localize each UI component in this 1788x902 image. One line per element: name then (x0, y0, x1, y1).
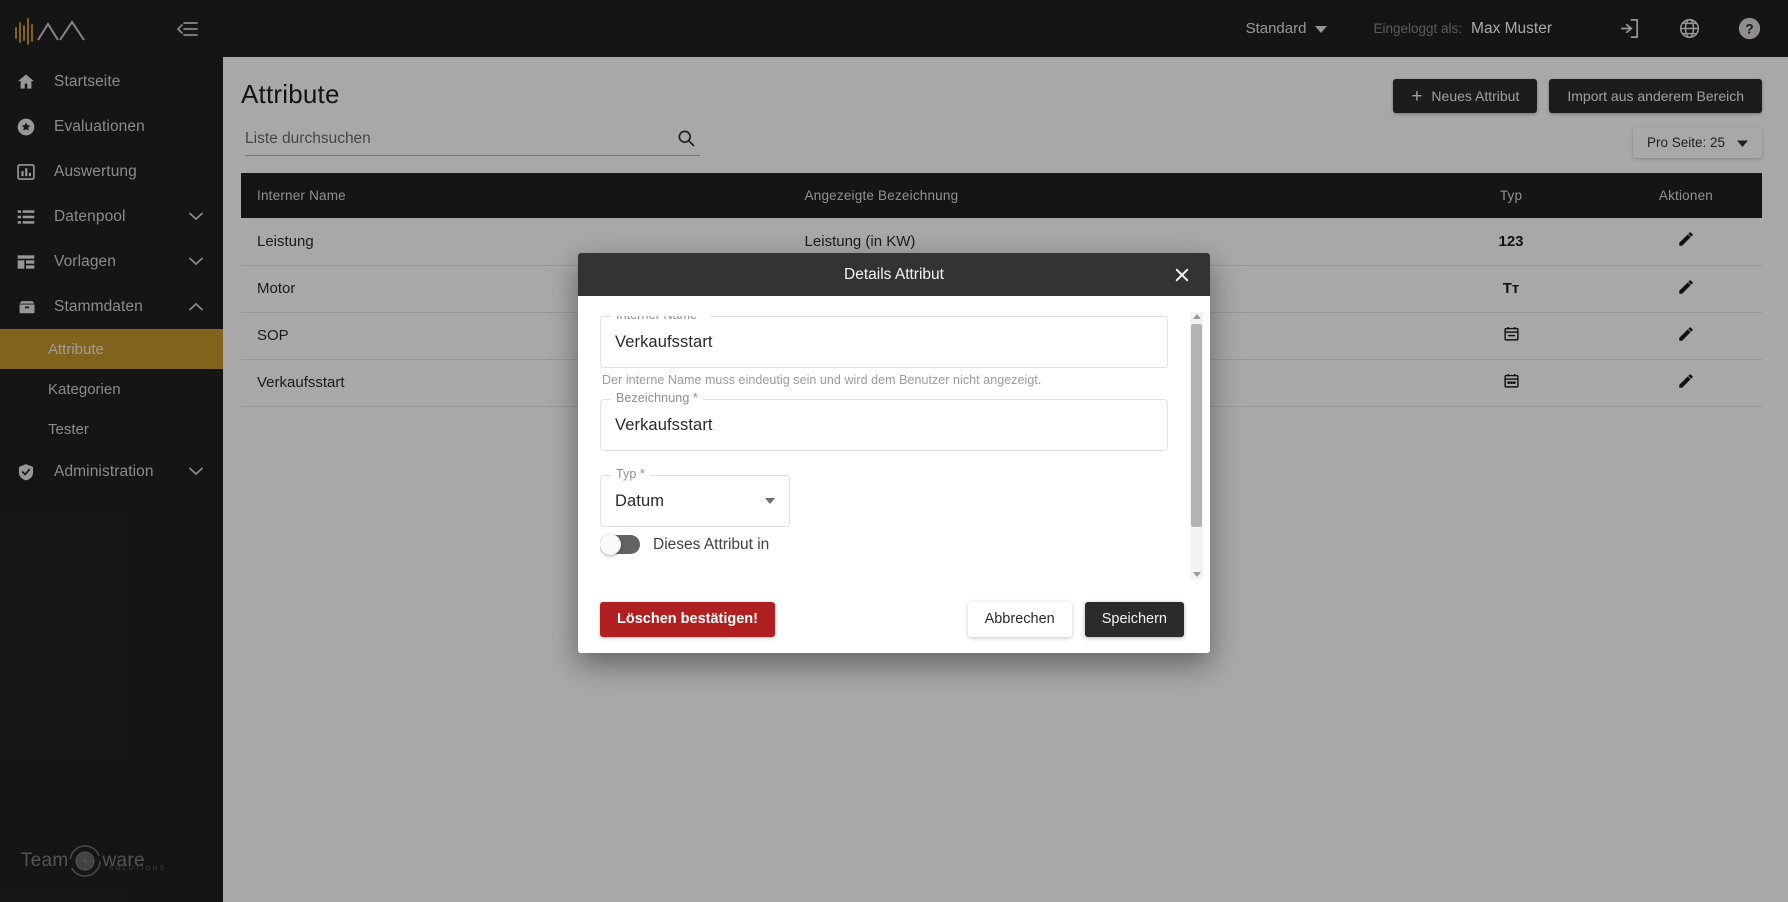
dialog-title: Details Attribut (844, 265, 944, 283)
save-button[interactable]: Speichern (1084, 601, 1184, 637)
field-label-bezeichnung: Bezeichnung * (611, 391, 703, 405)
field-typ: Typ * Datum (600, 467, 1168, 527)
bezeichnung-input[interactable]: Verkaufsstart (600, 399, 1168, 451)
field-label-interner-name: Interner Name * (611, 316, 711, 322)
field-interner-name: Interner Name * Verkaufsstart (600, 316, 1168, 368)
dropdown-arrow-icon (765, 498, 775, 504)
dialog-header: Details Attribut (578, 253, 1210, 296)
field-bezeichnung: Bezeichnung * Verkaufsstart (600, 391, 1168, 451)
confirm-delete-button[interactable]: Löschen bestätigen! (600, 601, 775, 637)
close-icon[interactable] (1171, 264, 1193, 286)
interner-name-input[interactable]: Verkaufsstart (600, 316, 1168, 368)
scroll-down-arrow[interactable] (1192, 572, 1201, 577)
scrollbar-thumb[interactable] (1191, 324, 1202, 527)
dieses-attribut-toggle[interactable] (600, 534, 640, 555)
app-root: Startseite Evaluationen Auswertung Daten… (0, 0, 1788, 902)
cancel-button[interactable]: Abbrechen (967, 601, 1072, 637)
dialog-scrollbar[interactable] (1190, 312, 1203, 579)
attribute-toggle-row: Dieses Attribut in (600, 534, 1168, 555)
bezeichnung-value: Verkaufsstart (615, 415, 713, 434)
dialog-footer-right: Abbrechen Speichern (967, 601, 1184, 637)
dialog-body: Interner Name * Verkaufsstart Der intern… (578, 296, 1210, 585)
dialog-footer: Löschen bestätigen! Abbrechen Speichern (578, 585, 1210, 653)
typ-select[interactable]: Datum (600, 475, 790, 527)
typ-value: Datum (615, 491, 665, 510)
toggle-label: Dieses Attribut in (653, 535, 770, 553)
field-label-typ: Typ * (611, 467, 650, 481)
scroll-up-arrow[interactable] (1192, 314, 1201, 319)
interner-name-value: Verkaufsstart (615, 332, 713, 351)
toggle-knob (600, 534, 621, 555)
attribute-details-dialog: Details Attribut Interner Name * Verkauf… (578, 253, 1210, 653)
dialog-scroll-area: Interner Name * Verkaufsstart Der intern… (600, 316, 1184, 585)
interner-name-hint: Der interne Name muss eindeutig sein und… (602, 373, 1042, 387)
